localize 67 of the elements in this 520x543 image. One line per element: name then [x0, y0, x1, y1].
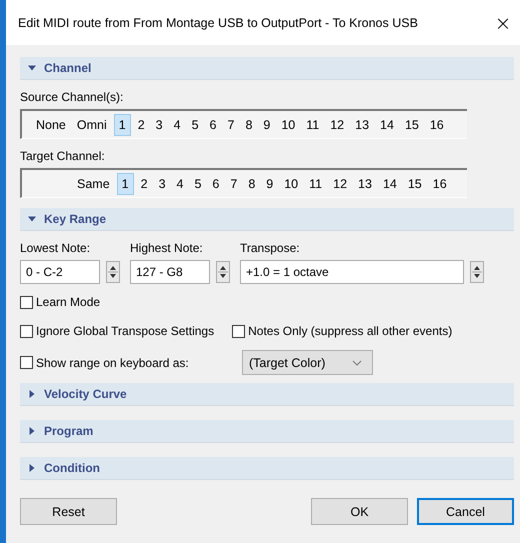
- expand-triangle-icon: [28, 64, 36, 72]
- spin-field[interactable]: 0 - C-2: [20, 260, 100, 284]
- channel-option[interactable]: None: [32, 114, 70, 136]
- channel-option[interactable]: 8: [244, 172, 260, 194]
- channel-option[interactable]: 4: [172, 172, 188, 194]
- field-label: Lowest Note:: [20, 241, 92, 255]
- channel-option[interactable]: 2: [136, 172, 152, 194]
- channel-option[interactable]: 6: [206, 114, 220, 136]
- channel-option[interactable]: 4: [170, 114, 185, 136]
- field-label: Transpose:: [240, 241, 301, 255]
- channel-option[interactable]: 2: [134, 114, 149, 136]
- dialog-button[interactable]: Reset: [20, 498, 117, 525]
- expand-triangle-icon: [28, 390, 36, 398]
- window-title: Edit MIDI route from From Montage USB to OutputPort - To Kronos USB: [18, 16, 419, 30]
- spin-field[interactable]: +1.0 = 1 octave: [240, 260, 464, 284]
- spin-field[interactable]: 127 - G8: [130, 260, 210, 284]
- channel-option[interactable]: 7: [226, 172, 242, 194]
- dialog-button[interactable]: OK: [311, 498, 408, 525]
- color-dropdown[interactable]: (Target Color): [242, 350, 373, 375]
- channel-option[interactable]: 12: [326, 114, 348, 136]
- spin-arrows-icon[interactable]: [216, 261, 230, 283]
- channel-option[interactable]: 10: [280, 172, 302, 194]
- channel-option[interactable]: Omni: [72, 114, 111, 136]
- channel-option[interactable]: 11: [302, 114, 324, 136]
- expand-triangle-icon: [28, 427, 36, 435]
- channel-option[interactable]: 1: [114, 114, 131, 136]
- section-header[interactable]: Program: [20, 420, 514, 443]
- channel-option[interactable]: Same: [73, 172, 114, 194]
- section-header[interactable]: Velocity Curve: [20, 383, 514, 406]
- channel-option[interactable]: 13: [351, 114, 374, 136]
- channel-option[interactable]: 9: [259, 114, 274, 136]
- spin-arrows-icon[interactable]: [106, 261, 120, 283]
- channel-option[interactable]: 5: [190, 172, 206, 194]
- channel-option[interactable]: 16: [428, 172, 451, 194]
- section-header[interactable]: Channel: [20, 57, 514, 80]
- learn-mode-checkbox[interactable]: Learn Mode: [20, 292, 514, 312]
- field-label: Target Channel:: [20, 149, 106, 163]
- channel-option[interactable]: 14: [376, 114, 398, 136]
- channel-option[interactable]: 3: [152, 114, 167, 136]
- channel-option[interactable]: 9: [262, 172, 278, 194]
- chevron-down-icon: [352, 360, 362, 366]
- dialog-button[interactable]: Cancel: [417, 498, 514, 525]
- channel-option[interactable]: 11: [305, 172, 326, 194]
- channel-option[interactable]: 15: [400, 114, 423, 136]
- channel-option[interactable]: 14: [378, 172, 401, 194]
- channel-option[interactable]: 3: [154, 172, 170, 194]
- section-header[interactable]: Condition: [20, 457, 514, 480]
- channel-option[interactable]: 10: [277, 114, 300, 136]
- channel-option[interactable]: 16: [426, 114, 448, 136]
- ignore-transpose-checkbox[interactable]: Ignore Global Transpose Settings: [20, 321, 214, 341]
- channel-option[interactable]: 8: [241, 114, 256, 136]
- close-button[interactable]: ×: [488, 8, 518, 38]
- channel-option[interactable]: 5: [188, 114, 203, 136]
- spin-arrows-icon[interactable]: [470, 261, 484, 283]
- show-range-checkbox[interactable]: Show range on keyboard as:: [20, 352, 210, 372]
- channel-option[interactable]: 6: [208, 172, 224, 194]
- expand-triangle-icon: [28, 464, 36, 472]
- field-label: Source Channel(s):: [20, 90, 124, 104]
- channel-option[interactable]: 7: [223, 114, 238, 136]
- channel-option[interactable]: 13: [354, 172, 376, 194]
- channel-option[interactable]: 1: [116, 172, 134, 194]
- expand-triangle-icon: [28, 215, 36, 223]
- section-header[interactable]: Key Range: [20, 208, 514, 231]
- field-label: Highest Note:: [130, 241, 204, 255]
- channel-option[interactable]: 12: [329, 172, 352, 194]
- notes-only-checkbox[interactable]: Notes Only (suppress all other events): [232, 321, 452, 341]
- channel-option[interactable]: 15: [404, 172, 426, 194]
